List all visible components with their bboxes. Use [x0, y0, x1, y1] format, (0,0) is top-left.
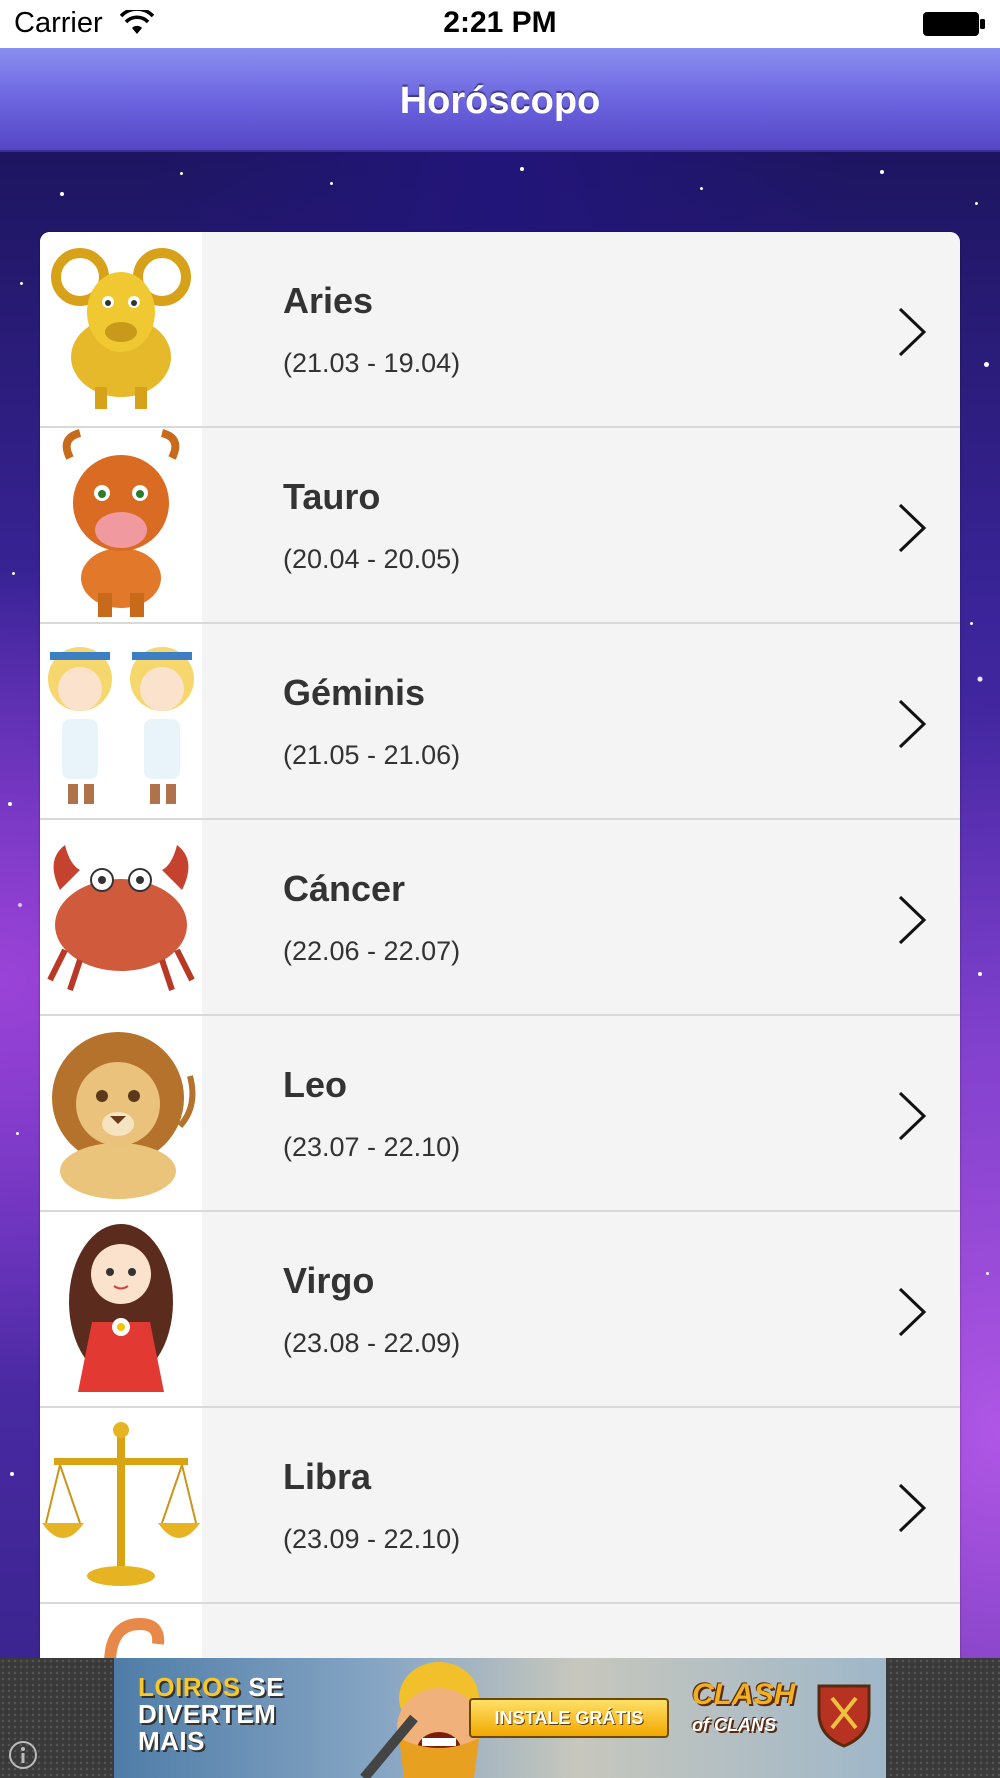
ad-headline: LOIROS SE DIVERTEM MAIS	[138, 1672, 285, 1756]
leo-lion-icon	[40, 1016, 202, 1210]
status-bar: Carrier 2:21 PM	[0, 0, 1000, 48]
ad-banner[interactable]: LOIROS SE DIVERTEM MAIS INSTALE GRÁTIS C…	[114, 1658, 886, 1778]
sign-dates: (21.05 - 21.06)	[283, 740, 461, 770]
virgo-maiden-icon	[40, 1212, 202, 1406]
sign-name: Tauro	[283, 476, 381, 517]
ad-install-button[interactable]: INSTALE GRÁTIS	[469, 1698, 669, 1738]
ad-banner-bar: LOIROS SE DIVERTEM MAIS INSTALE GRÁTIS C…	[0, 1658, 1000, 1778]
chevron-right-icon	[898, 895, 927, 945]
sign-name: Leo	[283, 1064, 348, 1105]
sign-dates: (23.07 - 22.10)	[283, 1132, 461, 1162]
list-item-virgo[interactable]: Virgo (23.08 - 22.09)	[40, 1212, 960, 1408]
list-item-leo[interactable]: Leo (23.07 - 22.10)	[40, 1016, 960, 1212]
sign-dates: (20.04 - 20.05)	[283, 544, 461, 574]
zodiac-list: Aries (21.03 - 19.04) Tauro (20.04 - 20.…	[40, 232, 960, 1692]
sign-name: Géminis	[283, 672, 426, 713]
sign-name: Virgo	[283, 1260, 375, 1301]
chevron-right-icon	[898, 1091, 927, 1141]
sign-name: Aries	[283, 280, 374, 321]
taurus-bull-icon	[40, 428, 202, 622]
sign-dates: (23.09 - 22.10)	[283, 1524, 461, 1554]
sign-dates: (23.08 - 22.09)	[283, 1328, 461, 1358]
sign-name: Cáncer	[283, 868, 406, 909]
shield-icon	[817, 1684, 871, 1748]
gemini-twins-icon	[40, 624, 202, 818]
chevron-right-icon	[898, 307, 927, 357]
chevron-right-icon	[898, 1483, 927, 1533]
aries-ram-icon	[40, 232, 202, 426]
list-item-aries[interactable]: Aries (21.03 - 19.04)	[40, 232, 960, 428]
screen: Carrier 2:21 PM Horóscopo Aries (21.03 -…	[0, 0, 1000, 1778]
battery-icon	[923, 12, 985, 36]
info-icon[interactable]	[8, 1740, 38, 1770]
cancer-crab-icon	[40, 820, 202, 1014]
status-time: 2:21 PM	[443, 6, 557, 39]
sign-name: Libra	[283, 1456, 372, 1497]
chevron-right-icon	[898, 1287, 927, 1337]
sign-dates: (22.06 - 22.07)	[283, 936, 461, 966]
chevron-right-icon	[898, 503, 927, 553]
libra-scales-icon	[40, 1408, 202, 1602]
list-item-tauro[interactable]: Tauro (20.04 - 20.05)	[40, 428, 960, 624]
sign-dates: (21.03 - 19.04)	[283, 348, 461, 378]
list-item-libra[interactable]: Libra (23.09 - 22.10)	[40, 1408, 960, 1604]
navigation-bar: Horóscopo	[0, 48, 1000, 152]
chevron-right-icon	[898, 699, 927, 749]
list-item-geminis[interactable]: Géminis (21.05 - 21.06)	[40, 624, 960, 820]
page-title: Horóscopo	[399, 80, 601, 122]
list-item-cancer[interactable]: Cáncer (22.06 - 22.07)	[40, 820, 960, 1016]
